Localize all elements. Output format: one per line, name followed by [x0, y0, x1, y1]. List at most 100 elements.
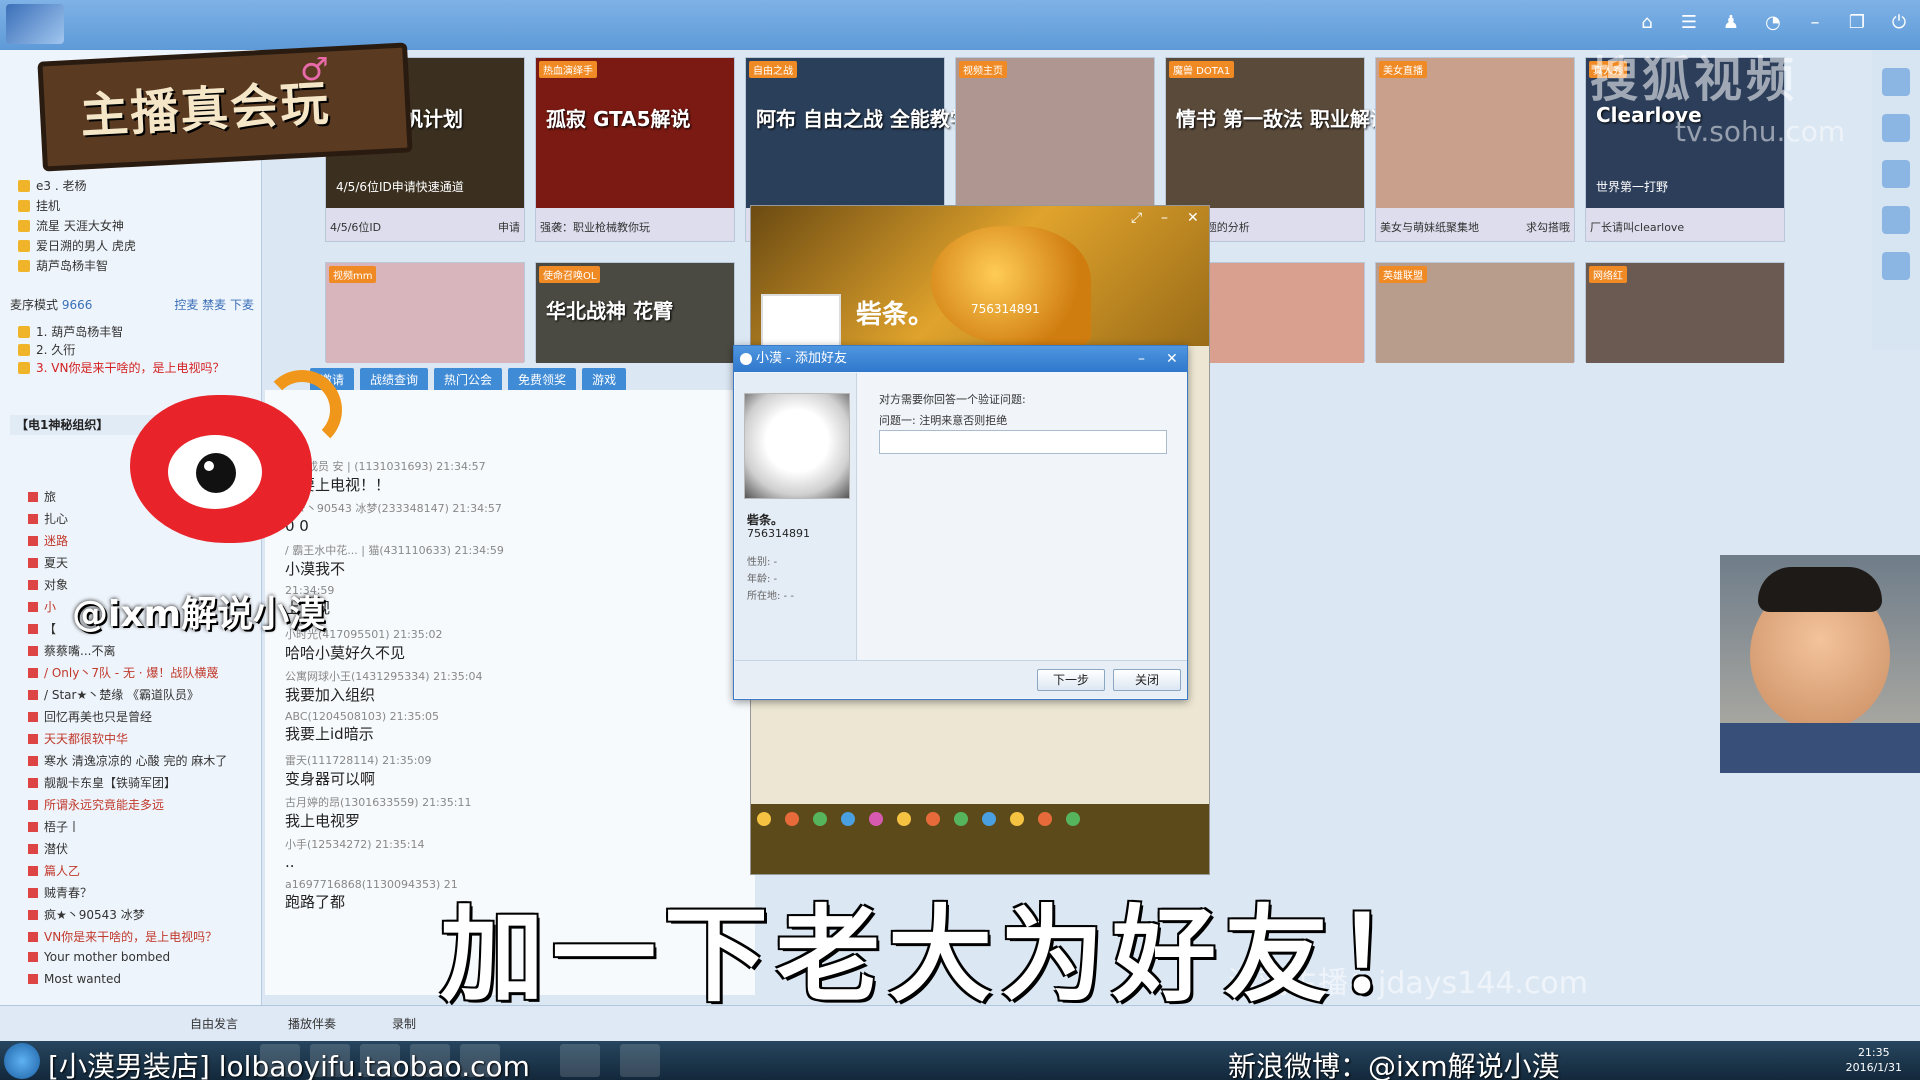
weibo-handle: @ixm解说小漠: [72, 594, 326, 635]
channel-thumbnail[interactable]: 使命召唤OL 华北战神 花臂: [535, 262, 735, 363]
crown-icon: [18, 326, 30, 338]
member-item[interactable]: 篇人乙: [28, 862, 80, 879]
member-item[interactable]: 对象: [28, 576, 68, 593]
next-button[interactable]: 下一步: [1037, 669, 1105, 691]
chat-message: 疯★丶90543 冰梦(233348147) 21:34:57 0 0: [285, 500, 502, 535]
crown-icon: [18, 240, 30, 252]
member-item[interactable]: / Star★丶楚缘 《霸道队员》: [28, 686, 199, 703]
member-item[interactable]: 靓靓卡东皇【铁骑军团】: [28, 774, 176, 791]
minimize-icon[interactable]: –: [1804, 12, 1826, 34]
emoji-icon[interactable]: [757, 812, 771, 826]
member-item[interactable]: 旅: [28, 488, 56, 505]
thumbnail-image: [536, 58, 734, 208]
channel-caption: 4/5/6位ID 申请: [330, 221, 520, 234]
member-status-icon: [28, 800, 38, 810]
diamond-icon[interactable]: [1882, 206, 1910, 234]
member-item[interactable]: 疯★丶90543 冰梦: [28, 906, 145, 923]
mic-queue-item[interactable]: 1. 葫芦岛杨丰智: [18, 323, 123, 340]
mic-mode-links[interactable]: 控麦 禁麦 下麦: [174, 296, 254, 313]
member-item[interactable]: 夏天: [28, 554, 68, 571]
tab-hot-guild[interactable]: 热门公会: [434, 368, 503, 391]
emoji-icon[interactable]: [1009, 812, 1024, 826]
close-icon[interactable]: ✕: [1187, 210, 1199, 226]
emoji-icon[interactable]: [813, 812, 828, 826]
qq-penguin-icon[interactable]: [620, 1044, 660, 1077]
emoji-icon[interactable]: [953, 812, 968, 826]
member-item[interactable]: 回忆再美也只是曾经: [28, 708, 152, 725]
emoji-icon[interactable]: [1037, 812, 1052, 826]
channel-item[interactable]: e3 . 老杨: [18, 177, 86, 194]
close-button[interactable]: 关闭: [1113, 669, 1181, 691]
friend-avatar: [744, 393, 850, 499]
show-title: 主播真会玩: [78, 75, 332, 145]
maximize-icon[interactable]: ❐: [1846, 12, 1868, 34]
verification-answer-input[interactable]: [879, 430, 1167, 454]
member-item[interactable]: 扎心: [28, 510, 68, 527]
channel-item[interactable]: 流星 天涯大女神: [18, 217, 124, 234]
member-item[interactable]: 寒水 清逸凉凉的 心酸 完的 麻木了: [28, 752, 227, 769]
menu-icon[interactable]: ☰: [1678, 12, 1700, 34]
chat-message: 小手(12534272) 21:35:14..: [285, 836, 424, 871]
member-status-icon: [28, 536, 38, 546]
chat-sender: 雷天(111728114) 21:35:09: [285, 754, 432, 767]
channel-item[interactable]: 爱日溯的男人 虎虎: [18, 237, 136, 254]
volume-icon[interactable]: [1882, 114, 1910, 142]
channel-thumbnail[interactable]: 美女直播 美女与萌妹纸聚集地 求勾搭哦: [1375, 57, 1575, 242]
channel-thumbnail[interactable]: 网络红: [1585, 262, 1785, 363]
taskbar-app-icon[interactable]: [560, 1044, 600, 1077]
channel-item[interactable]: 挂机: [18, 197, 60, 214]
member-item[interactable]: 梧子丨: [28, 818, 80, 835]
chat-sender: a1697716868(1130094353) 21: [285, 878, 458, 891]
minimize-icon[interactable]: –: [1138, 346, 1145, 372]
emoji-icon[interactable]: [785, 812, 800, 826]
start-icon[interactable]: [4, 1043, 40, 1079]
tab-free-rewards[interactable]: 免费领奖: [508, 368, 577, 391]
emoji-icon[interactable]: [897, 812, 912, 826]
record-button[interactable]: 录制: [392, 1015, 416, 1032]
emoji-icon[interactable]: [925, 812, 940, 826]
add-friend-dialog: 小漠 - 添加好友 – ✕ 砦条。 756314891 性别: - 年龄: - …: [733, 345, 1188, 700]
minimize-icon[interactable]: –: [1161, 210, 1168, 226]
mic-queue-item[interactable]: 3. VN你是来干啥的，是上电视吗？: [18, 359, 224, 376]
member-item[interactable]: Your mother bombed: [28, 950, 170, 964]
free-speak-button[interactable]: 自由发言: [190, 1015, 238, 1032]
weibo-footer: 新浪微博：@ixm解说小漠: [1228, 1050, 1560, 1080]
home-icon[interactable]: ⌂: [1636, 12, 1658, 34]
expand-icon[interactable]: ⤢: [1131, 210, 1142, 226]
tab-stats[interactable]: 战绩查询: [360, 368, 429, 391]
member-item[interactable]: 蔡蔡嘴...不离: [28, 642, 115, 659]
close-icon[interactable]: ⏻: [1888, 12, 1910, 34]
member-item[interactable]: Most wanted: [28, 972, 121, 986]
message-icon[interactable]: [1882, 68, 1910, 96]
film-icon[interactable]: [1882, 160, 1910, 188]
channel-thumbnail[interactable]: 英雄联盟: [1375, 262, 1575, 363]
member-item[interactable]: 【: [28, 620, 56, 637]
member-item[interactable]: 天天都很软中华: [28, 730, 128, 747]
close-icon[interactable]: ✕: [1166, 346, 1178, 372]
channel-item[interactable]: 葫芦岛杨丰智: [18, 257, 108, 274]
app-logo: [6, 4, 64, 44]
member-item[interactable]: 所谓永远究竟能走多远: [28, 796, 164, 813]
play-music-button[interactable]: 播放伴奏: [288, 1015, 336, 1032]
chart-icon[interactable]: [1882, 252, 1910, 280]
game-icon[interactable]: ♟: [1720, 12, 1742, 34]
member-item[interactable]: 潜伏: [28, 840, 68, 857]
dialog-titlebar[interactable]: 小漠 - 添加好友 – ✕: [734, 346, 1187, 372]
emoji-toolbar[interactable]: [751, 804, 1209, 874]
member-item[interactable]: 贼青春？: [28, 884, 92, 901]
channel-thumbnail[interactable]: 视频mm: [325, 262, 525, 363]
member-item[interactable]: / Only丶7队 - 无 · 爆！战队横蔑: [28, 664, 218, 681]
tab-games[interactable]: 游戏: [582, 368, 627, 391]
skin-icon[interactable]: ◔: [1762, 12, 1784, 34]
channel-thumbnail[interactable]: 热血演绎手 孤寂 GTA5解说 强袭：职业枪械教你玩: [535, 57, 735, 242]
member-item[interactable]: 迷路: [28, 532, 68, 549]
emoji-icon[interactable]: [1066, 812, 1081, 826]
emoji-icon[interactable]: [869, 812, 884, 826]
emoji-icon[interactable]: [841, 812, 856, 826]
member-status-icon: [28, 514, 38, 524]
member-item[interactable]: 小: [28, 598, 56, 615]
emoji-icon[interactable]: [981, 812, 996, 826]
chat-message: / 霸王水中花... | 猫(431110633) 21:34:59 小漠我不: [285, 542, 504, 579]
member-item[interactable]: VN你是来干啥的，是上电视吗？: [28, 928, 217, 945]
mic-queue-item[interactable]: 2. 久衎: [18, 341, 75, 358]
